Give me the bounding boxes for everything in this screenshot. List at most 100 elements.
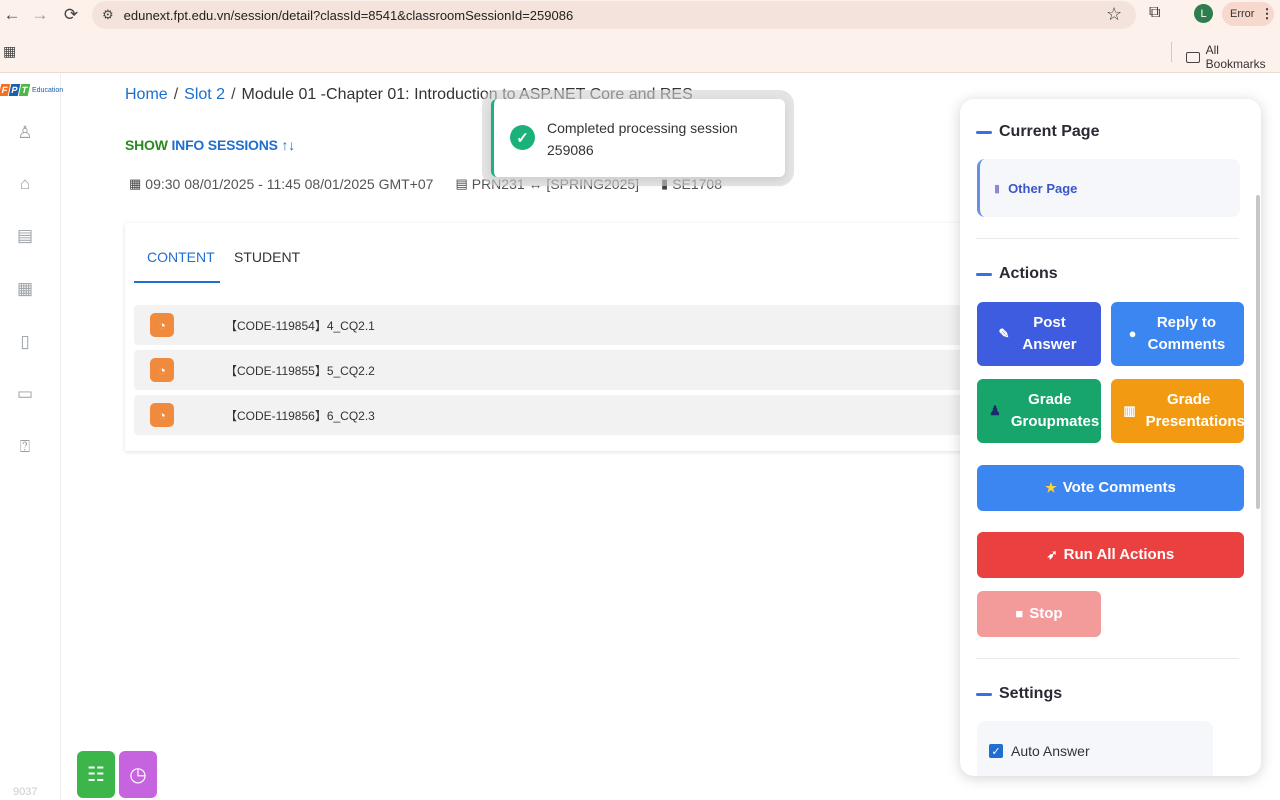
- apps-grid-icon[interactable]: ▦: [3, 43, 16, 60]
- section-divider: [976, 658, 1239, 659]
- session-time-text: 09:30 08/01/2025 - 11:45 08/01/2025 GMT+…: [145, 176, 434, 192]
- automation-panel: Current Page ▮ Other Page Actions ✎ Post…: [960, 99, 1261, 776]
- calendar-icon: ▦: [129, 176, 142, 191]
- actions-title: Actions: [999, 265, 1058, 282]
- reply-comments-label: Reply to Comments: [1147, 314, 1226, 353]
- bookmark-star-icon[interactable]: ☆: [1106, 4, 1122, 25]
- session-class-text: SE1708: [672, 176, 723, 192]
- reply-comments-button[interactable]: ● Reply to Comments: [1111, 302, 1244, 366]
- question-row[interactable]: ◔ 【CODE-119855】5_CQ2.2: [134, 350, 986, 390]
- stop-icon: ■: [1015, 606, 1024, 621]
- tab-student[interactable]: STUDENT: [234, 249, 300, 265]
- bar-chart-icon: ▥: [1123, 403, 1136, 418]
- logo-letter-t: T: [18, 84, 31, 96]
- page-document-icon: ▮: [994, 182, 1001, 195]
- vote-comments-label: Vote Comments: [1062, 479, 1176, 496]
- run-all-actions-button[interactable]: ➶ Run All Actions: [977, 532, 1244, 578]
- auto-answer-label: Auto Answer: [1011, 743, 1090, 759]
- home-icon[interactable]: ⌂: [15, 173, 35, 195]
- url-text: edunext.fpt.edu.vn/session/detail?classI…: [123, 7, 574, 23]
- more-vert-icon: ⋮: [1260, 6, 1274, 21]
- session-time: ▦ 09:30 08/01/2025 - 11:45 08/01/2025 GM…: [129, 176, 433, 192]
- current-page-value: Other Page: [1008, 180, 1078, 196]
- grade-groupmates-button[interactable]: ♟ Grade Groupmates: [977, 379, 1101, 443]
- grade-presentations-button[interactable]: ▥ Grade Presentations: [1111, 379, 1245, 443]
- success-toast[interactable]: ✓ Completed processing session 259086: [491, 99, 785, 177]
- show-info-sessions-toggle[interactable]: SHOW INFO SESSIONS ↑↓: [125, 137, 295, 153]
- run-all-actions-label: Run All Actions: [1063, 546, 1175, 563]
- back-arrow-icon[interactable]: ←: [0, 3, 24, 27]
- course-icon: ▤: [455, 176, 468, 191]
- show-info-part1: SHOW: [125, 137, 168, 153]
- breadcrumb-separator: /: [231, 86, 236, 103]
- schedule-calendar-icon[interactable]: ◷: [119, 751, 157, 798]
- star-icon: ★: [1045, 480, 1057, 495]
- speech-bubble-icon: ●: [1128, 326, 1137, 341]
- grade-presentations-label: Grade Presentations: [1145, 391, 1245, 430]
- help-document-icon[interactable]: ⍰: [15, 436, 35, 458]
- reload-icon[interactable]: ⟳: [59, 3, 83, 27]
- error-menu-button[interactable]: Error ⋮: [1222, 2, 1274, 26]
- fpt-logo[interactable]: F P T Education: [0, 84, 63, 96]
- check-circle-icon: ✓: [510, 125, 535, 150]
- session-class: ▮ SE1708: [661, 176, 722, 192]
- bookmarks-bar: ▦ All Bookmarks: [0, 30, 1280, 73]
- question-row[interactable]: ◔ 【CODE-119856】6_CQ2.3: [134, 395, 986, 435]
- session-course-text: PRN231 ↔ [SPRING2025]: [471, 176, 640, 192]
- stop-label: Stop: [1029, 605, 1063, 622]
- question-icon: ◔: [150, 313, 174, 337]
- section-bar: [976, 692, 992, 696]
- question-code: 【CODE-119855】5_CQ2.2: [225, 363, 375, 378]
- panel-scrollbar[interactable]: [1256, 195, 1260, 509]
- question-icon: ◔: [150, 358, 174, 382]
- logo-letters: F P T: [0, 84, 31, 96]
- all-bookmarks-label: All Bookmarks: [1205, 43, 1266, 71]
- assignment-icon[interactable]: ▤: [15, 225, 35, 247]
- group-diagram-icon[interactable]: ☷: [77, 751, 115, 798]
- user-icon[interactable]: ♙: [15, 122, 35, 144]
- left-sidebar: F P T Education ♙ ⌂ ▤ ▦ ▯ ▭ ⍰ 9037: [0, 74, 63, 800]
- calendar-icon[interactable]: ▦: [15, 278, 35, 300]
- auto-answer-setting: ✓ Auto Answer: [977, 721, 1213, 776]
- sort-arrows-icon: ↑↓: [281, 137, 296, 153]
- extensions-icon[interactable]: ⧉: [1149, 4, 1160, 22]
- section-bar: [976, 272, 992, 276]
- session-course: ▤ PRN231 ↔ [SPRING2025]: [455, 176, 639, 192]
- auto-answer-checkbox[interactable]: ✓: [989, 744, 1003, 758]
- grade-groupmates-label: Grade Groupmates: [1010, 391, 1100, 430]
- show-info-part2: INFO SESSIONS: [171, 137, 278, 153]
- current-page-heading: Current Page: [976, 123, 1099, 141]
- footer-number: 9037: [13, 786, 38, 798]
- breadcrumb-home[interactable]: Home: [125, 86, 168, 103]
- class-icon: ▮: [661, 176, 669, 191]
- current-page-box: ▮ Other Page: [977, 159, 1240, 217]
- people-icon: ♟: [989, 403, 1001, 418]
- book-icon[interactable]: ▯: [15, 331, 35, 353]
- question-icon: ◔: [150, 403, 174, 427]
- browser-toolbar: ← → ⟳ ⚙ edunext.fpt.edu.vn/session/detai…: [0, 0, 1280, 30]
- breadcrumb-slot[interactable]: Slot 2: [184, 86, 225, 103]
- id-card-icon[interactable]: ▭: [15, 383, 35, 405]
- profile-avatar[interactable]: L: [1194, 4, 1213, 23]
- actions-heading: Actions: [976, 265, 1058, 283]
- memo-icon: ✎: [998, 326, 1010, 341]
- active-tab-indicator: [134, 281, 220, 283]
- site-info-icon[interactable]: ⚙: [102, 7, 114, 23]
- forward-arrow-icon[interactable]: →: [28, 3, 52, 27]
- vote-comments-button[interactable]: ★ Vote Comments: [977, 465, 1244, 511]
- logo-suffix: Education: [32, 86, 64, 94]
- address-bar[interactable]: ⚙ edunext.fpt.edu.vn/session/detail?clas…: [92, 1, 1136, 29]
- settings-heading: Settings: [976, 685, 1062, 703]
- error-label: Error: [1230, 8, 1255, 20]
- tab-content[interactable]: CONTENT: [147, 249, 215, 265]
- section-divider: [976, 238, 1239, 239]
- settings-title: Settings: [999, 685, 1063, 702]
- stop-button[interactable]: ■ Stop: [977, 591, 1101, 637]
- question-row[interactable]: ◔ 【CODE-119854】4_CQ2.1: [134, 305, 986, 345]
- post-answer-button[interactable]: ✎ Post Answer: [977, 302, 1101, 366]
- folder-icon: [1186, 51, 1200, 63]
- toast-message: Completed processing session 259086: [547, 120, 738, 158]
- session-meta: ▦ 09:30 08/01/2025 - 11:45 08/01/2025 GM…: [129, 176, 744, 192]
- all-bookmarks-button[interactable]: All Bookmarks: [1186, 43, 1280, 71]
- content-card: CONTENT STUDENT ◔ 【CODE-119854】4_CQ2.1 ◔…: [125, 223, 995, 451]
